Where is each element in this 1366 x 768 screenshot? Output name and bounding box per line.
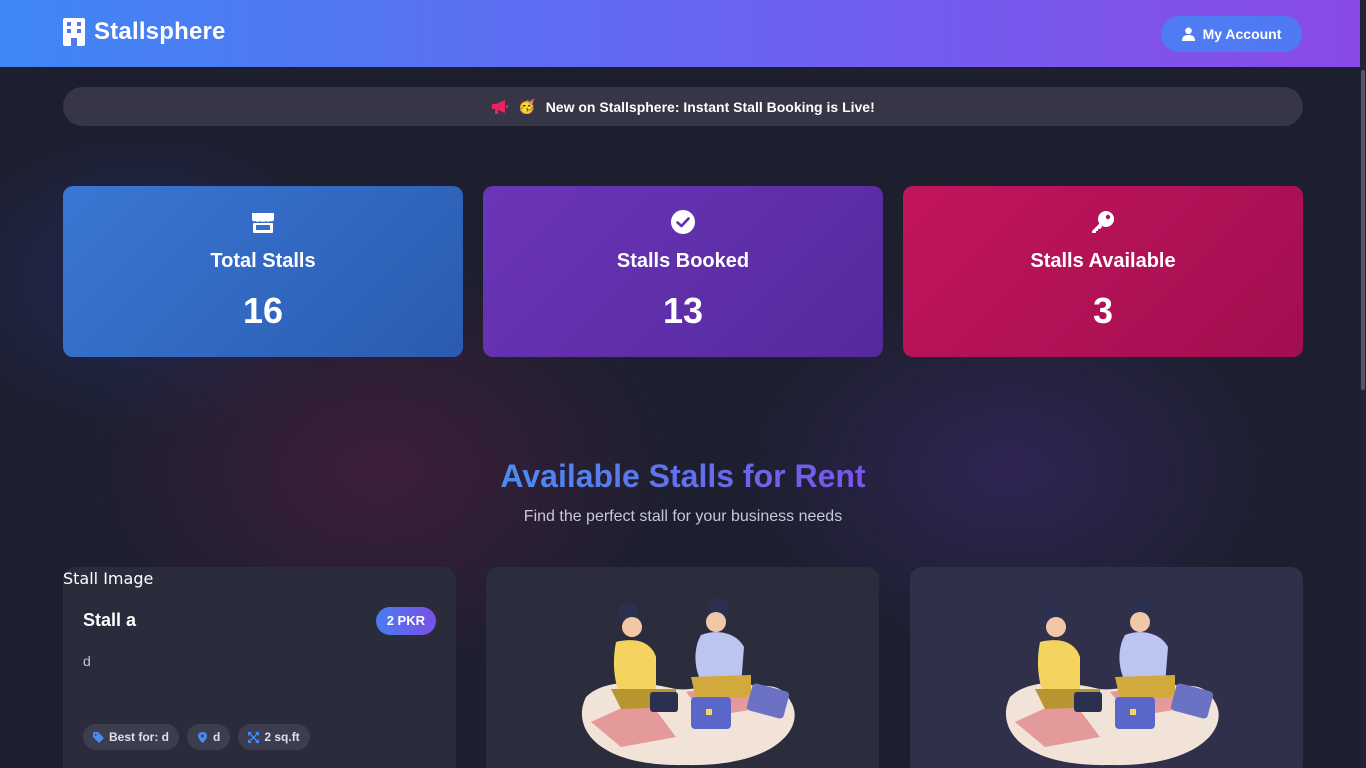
tag-best-for-text: Best for: d	[109, 730, 169, 744]
stat-label: Stalls Booked	[616, 250, 750, 272]
announcement-bar: 🥳 New on Stallsphere: Instant Stall Book…	[63, 87, 1303, 126]
user-icon	[1181, 27, 1195, 41]
brand-name: Stallsphere	[94, 18, 226, 45]
stall-card[interactable]	[910, 567, 1303, 768]
stat-label: Total Stalls	[210, 250, 316, 272]
my-account-label: My Account	[1202, 26, 1282, 42]
price-badge: 2 PKR	[375, 607, 436, 635]
scrollbar-thumb[interactable]	[1361, 70, 1365, 390]
stat-value: 13	[662, 290, 704, 331]
tag-location-text: d	[213, 730, 221, 744]
top-header: Stallsphere My Account	[0, 0, 1366, 67]
stat-value: 16	[242, 290, 284, 331]
location-pin-icon	[198, 731, 207, 743]
stat-card-stalls-available: Stalls Available 3	[903, 186, 1303, 357]
stat-value: 3	[1092, 290, 1114, 331]
stall-image-alt: Stall Image	[63, 569, 154, 588]
stall-card[interactable]	[486, 567, 879, 768]
brand-logo[interactable]: Stallsphere	[63, 18, 226, 46]
megaphone-icon	[492, 99, 509, 114]
party-emoji: 🥳	[518, 98, 536, 114]
section-title-text: Available Stalls for Rent	[500, 458, 866, 494]
building-icon	[63, 18, 85, 46]
my-account-button[interactable]: My Account	[1161, 16, 1302, 52]
page-scrollbar[interactable]	[1360, 0, 1366, 768]
stat-card-stalls-booked: Stalls Booked 13	[483, 186, 883, 357]
stall-card[interactable]: Stall Image Stall a 2 PKR d Best for: d …	[63, 567, 456, 768]
stall-description: d	[83, 653, 91, 669]
section-subtitle: Find the perfect stall for your business…	[523, 508, 843, 525]
stat-card-total-stalls: Total Stalls 16	[63, 186, 463, 357]
market-illustration	[1005, 598, 1219, 766]
store-icon	[252, 213, 274, 233]
stall-name: Stall a	[83, 610, 137, 630]
stall-tags: Best for: d d 2 sq.ft	[83, 724, 310, 750]
tag-size-text: 2 sq.ft	[264, 730, 300, 744]
expand-arrows-icon	[248, 731, 260, 743]
tag-size: 2 sq.ft	[238, 724, 310, 750]
tag-icon	[93, 731, 104, 743]
check-circle-icon	[671, 210, 695, 234]
market-illustration	[581, 598, 795, 766]
announcement-text: New on Stallsphere: Instant Stall Bookin…	[545, 98, 875, 115]
key-icon	[1092, 211, 1114, 233]
tag-best-for: Best for: d	[83, 724, 179, 750]
stat-label: Stalls Available	[1030, 250, 1176, 272]
section-title: Available Stalls for Rent	[0, 458, 1366, 495]
tag-location: d	[187, 724, 231, 750]
